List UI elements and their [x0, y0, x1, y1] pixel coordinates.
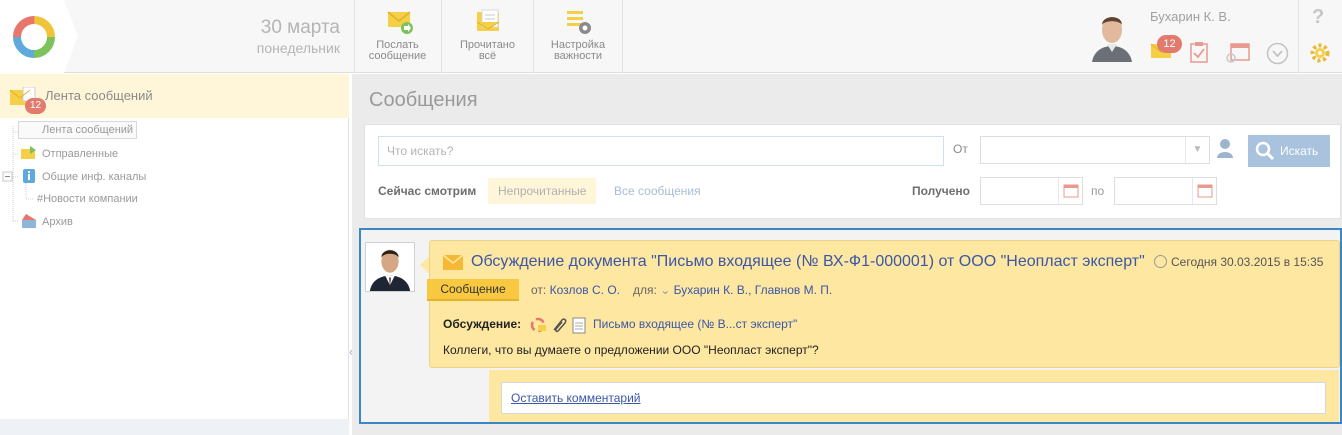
sidebar-header[interactable]: 12 Лента сообщений [0, 74, 349, 118]
help-strip: ? [1298, 0, 1342, 73]
date-weekday: понедельник [256, 40, 340, 56]
tasks-icon[interactable] [1189, 41, 1209, 63]
app-logo[interactable] [0, 0, 78, 73]
mark-all-read-label: Прочитано всё [460, 39, 515, 62]
sent-icon [21, 146, 36, 159]
sidebar: 12 Лента сообщений Лента сообщений Отпра… [0, 74, 349, 435]
tree-item-info-channels[interactable]: Общие инф. каналы [42, 170, 146, 184]
from-prefix: от: [531, 283, 547, 297]
clock-icon [1154, 255, 1167, 268]
date-day: 30 марта [260, 17, 340, 38]
recipients-link[interactable]: Бухарин К. В., Главнов М. П. [674, 283, 833, 297]
received-from-date-input[interactable] [980, 177, 1083, 205]
calendar-icon[interactable] [1192, 178, 1216, 204]
importance-settings-icon [567, 11, 591, 34]
mark-read-icon [476, 9, 499, 31]
discussion-logo-icon [530, 317, 546, 333]
mark-all-read-button[interactable]: Прочитано всё [441, 0, 533, 73]
for-prefix: для: [633, 283, 657, 297]
message-type-chip: Сообщение [427, 279, 519, 301]
info-channel-icon [23, 169, 35, 183]
sender-avatar[interactable] [365, 242, 415, 292]
search-button-label: Искать [1280, 144, 1319, 158]
top-bar: 30 марта понедельник Послать сообщение П… [0, 0, 1342, 73]
search-icon [1255, 141, 1275, 161]
discussion-label: Обсуждение: [443, 317, 522, 331]
sidebar-footer [0, 419, 349, 435]
search-button[interactable]: Искать [1248, 135, 1330, 167]
sidebar-unread-badge: 12 [25, 98, 46, 114]
person-icon[interactable] [1217, 138, 1233, 158]
from-select[interactable]: ▼ [980, 136, 1210, 164]
message-timestamp: Сегодня 30.03.2015 в 15:35 [1154, 255, 1323, 269]
chevron-down-icon[interactable]: ⌄ [660, 283, 670, 297]
tab-all-messages[interactable]: Все сообщения [614, 184, 701, 198]
comment-area: Оставить комментарий [489, 370, 1339, 422]
sender-link[interactable]: Козлов С. О. [550, 283, 620, 297]
unread-badge: 12 [1157, 35, 1182, 53]
tree-item-message-feed[interactable]: Лента сообщений [18, 121, 138, 139]
chevron-down-icon[interactable]: ▼ [1185, 137, 1209, 163]
message-title[interactable]: Обсуждение документа "Письмо входящее (№… [471, 253, 1145, 271]
message-time-text: Сегодня 30.03.2015 в 15:35 [1171, 255, 1324, 269]
chevron-down-icon[interactable] [1266, 42, 1289, 65]
to-date-label: по [1091, 184, 1105, 198]
page-title: Сообщения [369, 89, 478, 111]
now-viewing-label: Сейчас смотрим [378, 184, 477, 198]
tree-item-archive[interactable]: Архив [42, 215, 73, 229]
calendar-icon[interactable] [1058, 178, 1082, 204]
envelope-icon [443, 255, 463, 270]
send-message-button[interactable]: Послать сообщение [354, 0, 440, 73]
send-message-icon [387, 11, 413, 34]
send-message-label: Послать сообщение [368, 39, 427, 62]
message-item[interactable]: Обсуждение документа "Письмо входящее (№… [359, 228, 1342, 424]
current-date: 30 марта понедельник [90, 0, 352, 73]
user-name[interactable]: Бухарин К. В. [1150, 9, 1231, 24]
message-recipients: для: ⌄ Бухарин К. В., Главнов М. П. [633, 283, 832, 297]
message-card: Обсуждение документа "Письмо входящее (№… [427, 240, 1340, 368]
importance-settings-label: Настройка важности [550, 39, 606, 62]
leave-comment-link[interactable]: Оставить комментарий [511, 391, 641, 405]
importance-settings-button[interactable]: Настройка важности [533, 0, 622, 73]
tab-unread[interactable]: Непрочитанные [488, 178, 597, 204]
from-label: От [953, 142, 968, 156]
filter-panel: От ▼ Искать Сейчас смотрим Непрочитанные… [364, 124, 1341, 219]
attachment-icon [553, 318, 567, 333]
archive-icon [22, 214, 36, 228]
received-label: Получено [912, 184, 971, 198]
tree-item-company-news[interactable]: #Новости компании [37, 192, 138, 206]
help-icon[interactable]: ? [1312, 6, 1324, 29]
toolbar-divider [622, 0, 623, 73]
user-avatar[interactable] [1090, 10, 1134, 62]
comment-box[interactable]: Оставить комментарий [501, 382, 1326, 414]
tree-item-sent[interactable]: Отправленные [42, 147, 118, 161]
message-from: от: Козлов С. О. [531, 283, 620, 297]
sidebar-header-label: Лента сообщений [45, 88, 153, 103]
gear-icon[interactable] [1309, 42, 1331, 64]
search-input[interactable] [378, 136, 944, 166]
message-body: Коллеги, что вы думаете о предложении ОО… [443, 343, 819, 357]
discussion-document-link[interactable]: Письмо входящее (№ В...ст эксперт" [593, 317, 797, 331]
document-icon [572, 317, 586, 334]
discussion-icons [530, 317, 586, 334]
received-to-date-input[interactable] [1114, 177, 1217, 205]
calendar-icon[interactable] [1226, 41, 1252, 63]
